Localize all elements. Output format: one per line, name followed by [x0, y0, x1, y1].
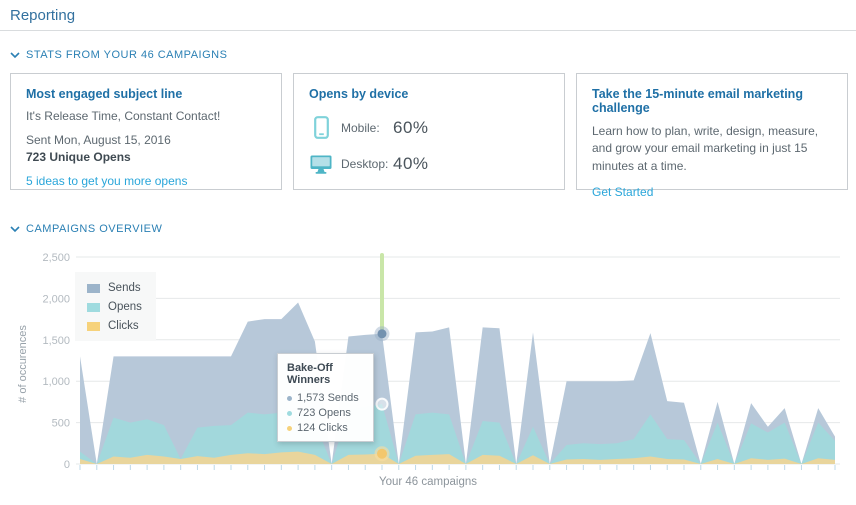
sent-date-text: Sent Mon, August 15, 2016: [26, 133, 266, 147]
card-title: Take the 15-minute email marketing chall…: [592, 87, 832, 115]
clicks-bullet: [287, 426, 292, 431]
mobile-icon: [309, 116, 333, 139]
get-started-link[interactable]: Get Started: [592, 185, 832, 199]
y-tick-label: 2,500: [42, 252, 70, 264]
mobile-row: Mobile: 60%: [309, 116, 549, 139]
chevron-down-icon: [10, 52, 20, 59]
y-axis-title: # of occurences: [17, 314, 29, 414]
overview-section-toggle[interactable]: CAMPAIGNS OVERVIEW: [10, 223, 162, 235]
desktop-label: Desktop:: [341, 157, 393, 171]
y-tick-label: 1,500: [42, 335, 70, 347]
sends-swatch: [87, 284, 100, 293]
chevron-down-icon: [10, 226, 20, 233]
sends-bullet: [287, 396, 292, 401]
legend-item-opens[interactable]: Opens: [87, 301, 142, 313]
subject-line-text: It's Release Time, Constant Contact!: [26, 109, 266, 123]
title-divider: [0, 30, 856, 31]
y-tick-label: 2,000: [42, 293, 70, 305]
sends-marker: [378, 329, 387, 338]
legend-item-clicks[interactable]: Clicks: [87, 320, 142, 332]
desktop-row: Desktop: 40%: [309, 154, 549, 174]
opens-bullet: [287, 411, 292, 416]
card-title: Most engaged subject line: [26, 87, 266, 101]
campaigns-overview-chart: 0 500 1,000 1,500 2,000 2,500 Sends Opens Cli…: [0, 250, 856, 505]
unique-opens-text: 723 Unique Opens: [26, 150, 266, 164]
x-axis-title: Your 46 campaigns: [0, 476, 856, 488]
tooltip-sends-row: 1,573 Sends: [287, 392, 364, 404]
y-tick-label: 1,000: [42, 376, 70, 388]
card-title: Opens by device: [309, 87, 549, 101]
page-title: Reporting: [10, 7, 75, 24]
clicks-swatch: [87, 322, 100, 331]
most-engaged-subject-card: Most engaged subject line It's Release T…: [10, 73, 282, 190]
stats-section-toggle[interactable]: STATS FROM YOUR 46 CAMPAIGNS: [10, 49, 227, 61]
challenge-body-text: Learn how to plan, write, design, measur…: [592, 123, 838, 175]
more-opens-link[interactable]: 5 ideas to get you more opens: [26, 174, 266, 188]
mobile-percent: 60%: [393, 118, 429, 138]
overview-section-label: CAMPAIGNS OVERVIEW: [26, 223, 162, 235]
clicks-marker: [377, 449, 387, 459]
y-tick-label: 500: [52, 418, 70, 430]
opens-marker: [377, 399, 388, 410]
stats-section-label: STATS FROM YOUR 46 CAMPAIGNS: [26, 49, 227, 61]
chart-legend: Sends Opens Clicks: [75, 272, 156, 341]
campaign-tooltip: Bake-Off Winners 1,573 Sends 723 Opens 1…: [277, 353, 374, 442]
legend-label: Opens: [108, 301, 142, 313]
opens-swatch: [87, 303, 100, 312]
tooltip-clicks-row: 124 Clicks: [287, 422, 364, 434]
tooltip-opens-row: 723 Opens: [287, 407, 364, 419]
legend-item-sends[interactable]: Sends: [87, 282, 142, 294]
desktop-percent: 40%: [393, 154, 429, 174]
tooltip-campaign-name: Bake-Off Winners: [287, 362, 364, 386]
reporting-page: Reporting STATS FROM YOUR 46 CAMPAIGNS M…: [0, 0, 856, 505]
mobile-label: Mobile:: [341, 121, 393, 135]
desktop-icon: [309, 155, 333, 174]
y-tick-label: 0: [64, 459, 70, 471]
legend-label: Clicks: [108, 320, 139, 332]
legend-label: Sends: [108, 282, 141, 294]
opens-by-device-card: Opens by device Mobile: 60%: [293, 73, 565, 190]
marketing-challenge-card: Take the 15-minute email marketing chall…: [576, 73, 848, 190]
